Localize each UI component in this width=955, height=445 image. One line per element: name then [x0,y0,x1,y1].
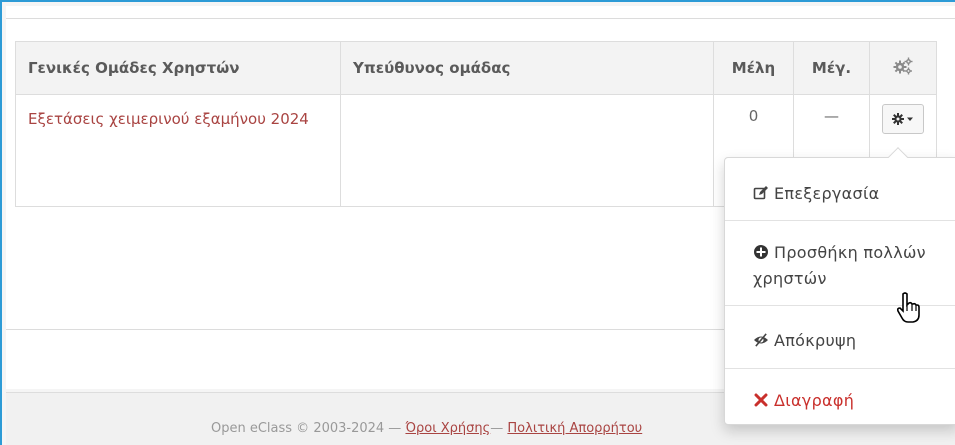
header-max: Μέγ. [793,41,870,95]
menu-item-delete[interactable]: Διαγραφή [725,383,955,417]
caret-down-icon [907,117,913,121]
table-header-row: Γενικές Ομάδες Χρηστών Υπεύθυνος ομάδας … [15,41,937,95]
actions-dropdown-button[interactable] [882,104,924,134]
group-name-link[interactable]: Εξετάσεις χειμερινού εξαμήνου 2024 [28,110,309,128]
menu-item-add-users[interactable]: Προσθήκη πολλών χρηστών [725,240,955,294]
terms-link[interactable]: Όροι Χρήσης [405,421,490,436]
menu-item-label: Απόκρυψη [774,330,857,350]
header-actions [869,41,937,95]
footer-copyright: Open eClass © 2003-2024 — [211,421,406,436]
menu-item-label: Προσθήκη πολλών χρηστών [753,243,926,288]
edit-icon [753,186,768,200]
menu-divider [725,368,955,369]
cogs-icon [893,57,913,75]
menu-item-label: Επεξεργασία [774,183,880,203]
eye-slash-icon [754,333,768,347]
cog-icon [892,113,913,125]
menu-item-label: Διαγραφή [774,390,855,410]
menu-item-hide[interactable]: Απόκρυψη [725,323,955,357]
times-icon [754,393,768,407]
hand-cursor-icon [896,292,920,323]
header-group-owner: Υπεύθυνος ομάδας [340,41,714,95]
actions-dropdown-menu: Επεξεργασία Προσθήκη πολλών χρηστών Απόκ… [724,147,955,425]
menu-item-edit[interactable]: Επεξεργασία [725,176,955,210]
header-members: Μέλη [713,41,794,95]
menu-divider [725,220,955,221]
privacy-link[interactable]: Πολιτική Απορρήτου [507,421,642,436]
footer: Open eClass © 2003-2024 — Όροι Χρήσης— Π… [211,421,642,436]
group-owner-cell [340,94,714,207]
panel-divider [6,18,955,19]
plus-circle-icon [754,245,768,259]
group-name-cell: Εξετάσεις χειμερινού εξαμήνου 2024 [15,94,341,207]
header-group-name: Γενικές Ομάδες Χρηστών [15,41,341,95]
footer-separator: — [490,421,508,436]
